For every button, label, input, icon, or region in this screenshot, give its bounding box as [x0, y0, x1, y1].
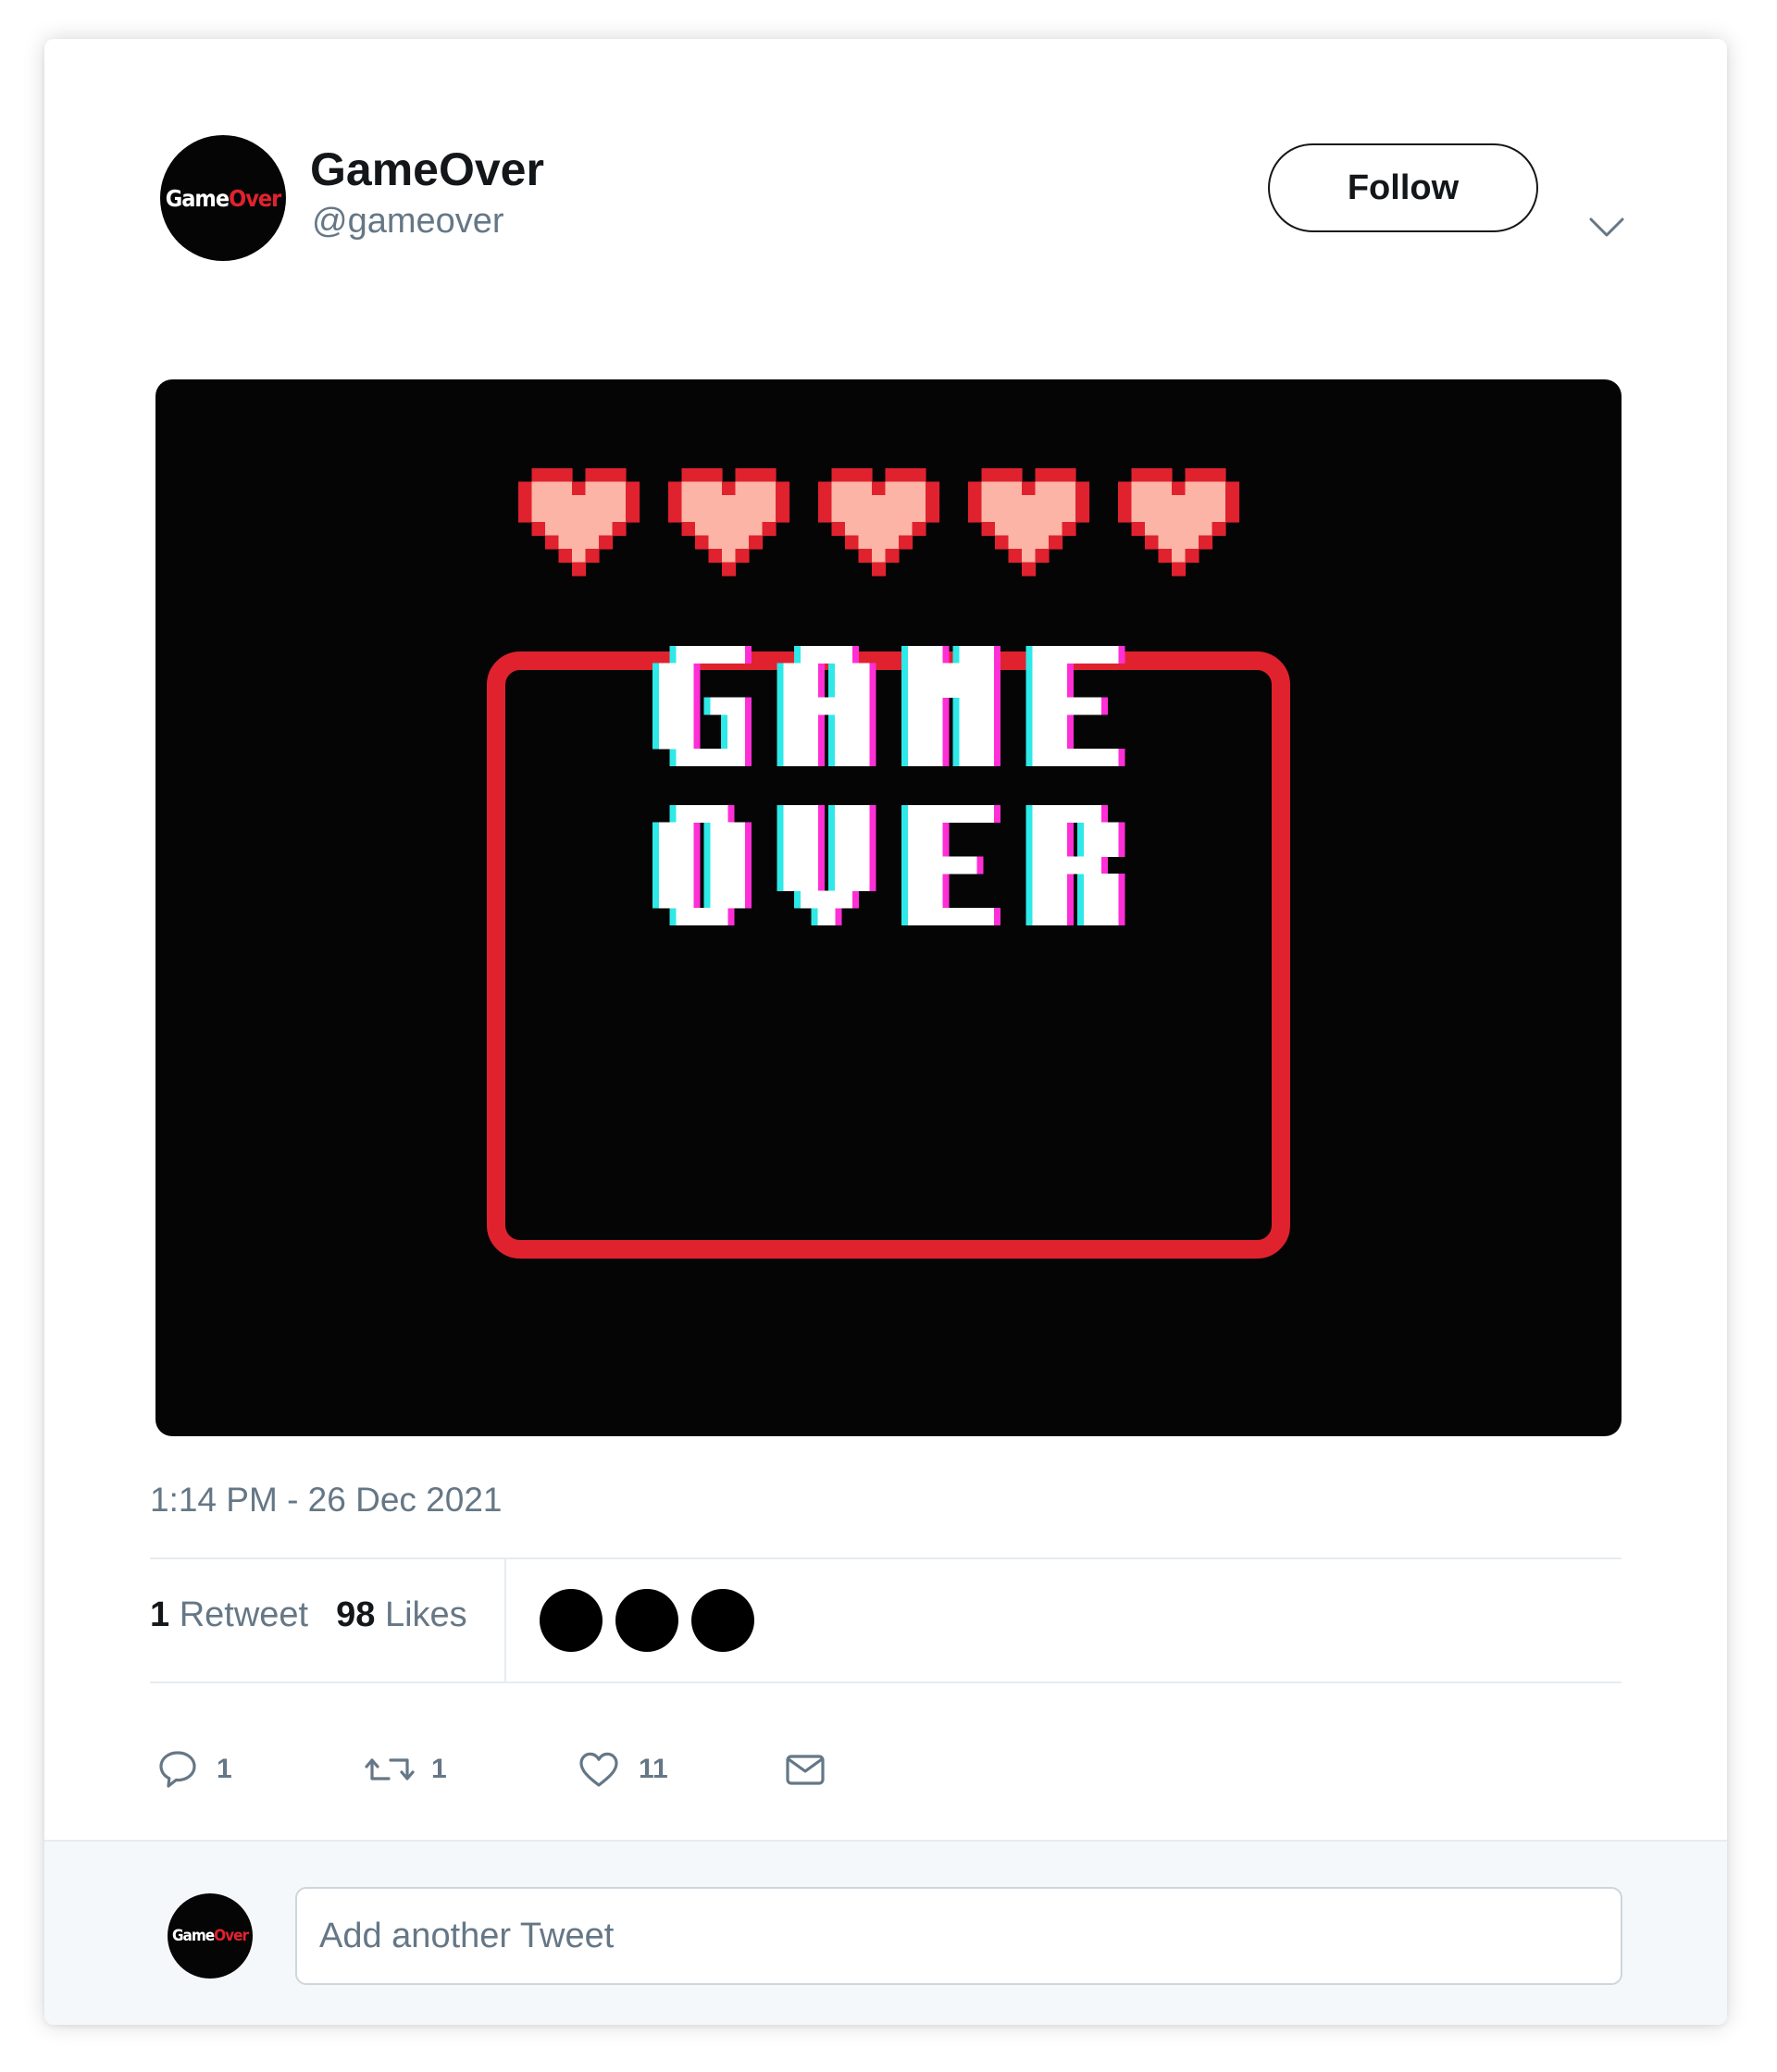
- retweet-action[interactable]: 1: [365, 1742, 447, 1797]
- over-word: [652, 805, 1125, 925]
- tweet-media-image[interactable]: [155, 379, 1622, 1436]
- stats-vertical-divider: [504, 1558, 506, 1682]
- message-action[interactable]: [783, 1742, 827, 1797]
- reply-count: 1: [217, 1754, 232, 1784]
- liker-avatar[interactable]: [691, 1589, 754, 1652]
- pixel-heart: [668, 468, 790, 577]
- likes-label: Likes: [384, 1595, 467, 1634]
- tweet-card: Game Over GameOver @gameover Follow 1:14 …: [44, 39, 1727, 2025]
- avatar-logo-text-over: Over: [229, 184, 281, 212]
- retweet-label: Retweet: [179, 1595, 309, 1634]
- engagement-stats: 1 Retweet 98 Likes: [150, 1595, 467, 1635]
- game-over-pixel-text: [652, 646, 1125, 925]
- likes-stat[interactable]: 98 Likes: [336, 1595, 467, 1634]
- reply-avatar-text-game: Game: [171, 1927, 215, 1945]
- tweet-timestamp[interactable]: 1:14 PM - 26 Dec 2021: [150, 1481, 503, 1520]
- pixel-hearts-row: [518, 468, 1240, 577]
- red-frame: [487, 651, 1290, 1259]
- pixel-heart: [818, 468, 940, 577]
- mail-icon: [786, 1755, 825, 1785]
- add-tweet-input[interactable]: Add another Tweet: [295, 1887, 1622, 1985]
- author-handle[interactable]: @gameover: [312, 202, 504, 242]
- pixel-heart: [968, 468, 1090, 577]
- avatar-logo-text-game: Game: [165, 184, 230, 212]
- likes-count: 98: [336, 1595, 376, 1634]
- retweet-icon: [365, 1758, 415, 1780]
- like-action-count: 11: [639, 1754, 668, 1784]
- reply-avatar-text-over: Over: [214, 1927, 249, 1945]
- author-avatar[interactable]: Game Over: [160, 135, 286, 261]
- reply-action[interactable]: 1: [155, 1742, 232, 1797]
- heart-icon: [579, 1752, 618, 1787]
- like-action[interactable]: 11: [576, 1742, 668, 1797]
- pixel-heart: [1118, 468, 1240, 577]
- reply-avatar[interactable]: Game Over: [168, 1893, 253, 1979]
- divider-bottom: [150, 1681, 1622, 1683]
- retweet-count: 1: [150, 1595, 170, 1634]
- retweet-action-count: 1: [431, 1754, 447, 1784]
- liker-avatar[interactable]: [615, 1589, 678, 1652]
- liker-avatar[interactable]: [540, 1589, 603, 1652]
- reply-icon: [159, 1751, 196, 1788]
- divider-top: [150, 1557, 1622, 1559]
- retweets-stat[interactable]: 1 Retweet: [150, 1595, 308, 1634]
- pixel-heart: [518, 468, 640, 577]
- author-display-name[interactable]: GameOver: [310, 143, 544, 196]
- follow-button[interactable]: Follow: [1268, 143, 1538, 232]
- chevron-down-icon[interactable]: [1588, 217, 1625, 239]
- game-over-artwork: [487, 468, 1290, 1259]
